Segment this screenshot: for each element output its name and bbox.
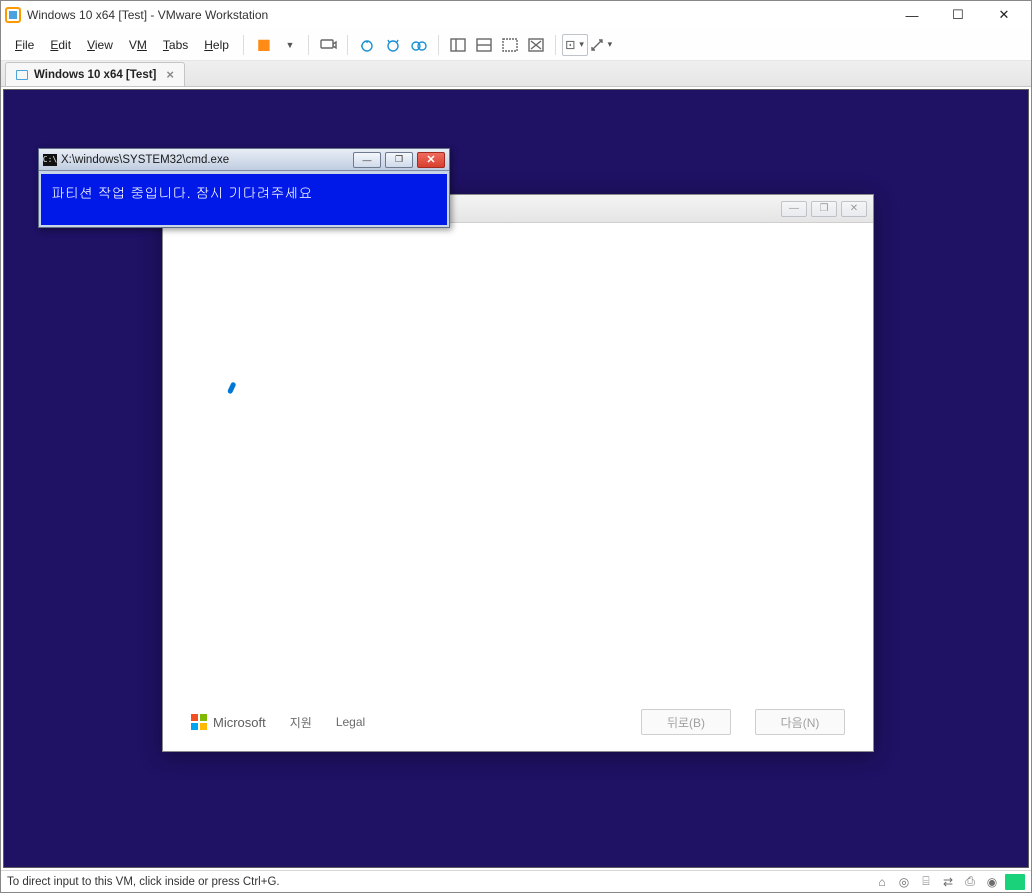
- toolbar-snapshot-revert-button[interactable]: [380, 34, 406, 56]
- status-vm-running-icon[interactable]: [1005, 874, 1025, 890]
- menu-help[interactable]: Help: [196, 35, 237, 55]
- microsoft-logo-text: Microsoft: [213, 715, 266, 730]
- setup-next-button[interactable]: 다음(N): [755, 709, 845, 735]
- vmware-icon: [5, 7, 21, 23]
- window-minimize-button[interactable]: —: [889, 1, 935, 29]
- vmware-window: Windows 10 x64 [Test] - VMware Workstati…: [0, 0, 1032, 893]
- vmware-menubar: File Edit View VM Tabs Help ▮▮ ▼ ▾ ▾: [1, 29, 1031, 61]
- monitor-icon: [16, 70, 28, 80]
- window-close-button[interactable]: ✕: [981, 1, 1027, 29]
- toolbar-snapshot-manage-button[interactable]: [406, 34, 432, 56]
- toolbar-view-single-button[interactable]: [445, 34, 471, 56]
- window-maximize-button[interactable]: ☐: [935, 1, 981, 29]
- menu-file[interactable]: File: [7, 35, 42, 55]
- toolbar-pause-button[interactable]: ▮▮: [250, 34, 276, 56]
- windows-setup-window: — ❐ ✕ Microsoft 지원 Legal 뒤로(B) 다음(N): [162, 194, 874, 752]
- vmware-statusbar: To direct input to this VM, click inside…: [1, 870, 1031, 892]
- vm-tab[interactable]: Windows 10 x64 [Test] ×: [5, 62, 185, 86]
- toolbar-snapshot-take-button[interactable]: [354, 34, 380, 56]
- setup-close-button[interactable]: ✕: [841, 201, 867, 217]
- menu-view[interactable]: View: [79, 35, 121, 55]
- vmware-title-text: Windows 10 x64 [Test] - VMware Workstati…: [27, 8, 268, 22]
- setup-maximize-button[interactable]: ❐: [811, 201, 837, 217]
- toolbar-unity-button[interactable]: [497, 34, 523, 56]
- toolbar-stretch-button[interactable]: ▾: [588, 34, 614, 56]
- setup-footer: Microsoft 지원 Legal 뒤로(B) 다음(N): [163, 693, 873, 751]
- cmd-titlebar[interactable]: C:\ X:\windows\SYSTEM32\cmd.exe — ❐ ✕: [39, 149, 449, 171]
- setup-body: [163, 223, 873, 693]
- loading-spinner-icon: [211, 379, 247, 415]
- cmd-close-button[interactable]: ✕: [417, 152, 445, 168]
- microsoft-logo: Microsoft: [191, 714, 266, 730]
- toolbar-view-split-button[interactable]: [471, 34, 497, 56]
- cmd-icon: C:\: [43, 154, 57, 166]
- menu-tabs[interactable]: Tabs: [155, 35, 196, 55]
- toolbar-send-ctrlaltdel-button[interactable]: [315, 34, 341, 56]
- toolbar-fullscreen-button[interactable]: ▾: [562, 34, 588, 56]
- vm-display[interactable]: — ❐ ✕ Microsoft 지원 Legal 뒤로(B) 다음(N): [3, 89, 1029, 868]
- status-usb-icon[interactable]: ⎙: [961, 874, 979, 890]
- cmd-minimize-button[interactable]: —: [353, 152, 381, 168]
- vmware-titlebar[interactable]: Windows 10 x64 [Test] - VMware Workstati…: [1, 1, 1031, 29]
- cmd-window[interactable]: C:\ X:\windows\SYSTEM32\cmd.exe — ❐ ✕ 파티…: [38, 148, 450, 228]
- cmd-title-text: X:\windows\SYSTEM32\cmd.exe: [61, 154, 229, 166]
- toolbar-console-button[interactable]: [523, 34, 549, 56]
- status-sound-icon[interactable]: ◉: [983, 874, 1001, 890]
- cmd-output: 파티션 작업 중입니다. 잠시 기다려주세요: [39, 171, 449, 227]
- statusbar-hint: To direct input to this VM, click inside…: [7, 876, 280, 888]
- menu-vm[interactable]: VM: [121, 35, 155, 55]
- status-harddisk-icon[interactable]: ⌂: [873, 874, 891, 890]
- setup-legal-link[interactable]: Legal: [336, 715, 365, 729]
- status-cd-icon[interactable]: ◎: [895, 874, 913, 890]
- tab-close-icon[interactable]: ×: [166, 67, 174, 82]
- vm-tab-label: Windows 10 x64 [Test]: [34, 69, 156, 81]
- status-network-icon[interactable]: ⇄: [939, 874, 957, 890]
- vmware-tab-strip: Windows 10 x64 [Test] ×: [1, 61, 1031, 87]
- status-floppy-icon[interactable]: ⌸: [917, 874, 935, 890]
- setup-back-button[interactable]: 뒤로(B): [641, 709, 731, 735]
- cmd-maximize-button[interactable]: ❐: [385, 152, 413, 168]
- toolbar-power-dropdown[interactable]: ▼: [276, 34, 302, 56]
- menu-edit[interactable]: Edit: [42, 35, 79, 55]
- setup-support-link[interactable]: 지원: [290, 714, 312, 731]
- microsoft-logo-icon: [191, 714, 207, 730]
- setup-minimize-button[interactable]: —: [781, 201, 807, 217]
